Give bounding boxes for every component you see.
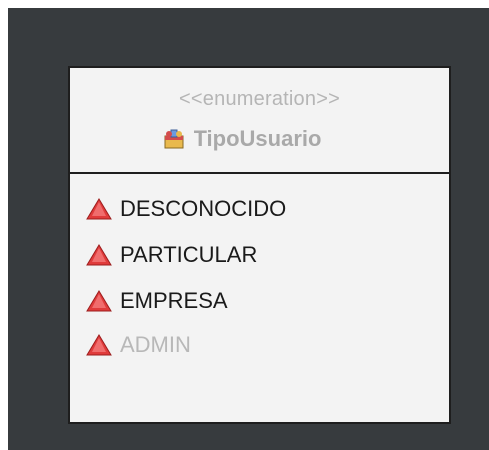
red-triangle-literal-icon (86, 334, 112, 356)
stereotype-label: <<enumeration>> (179, 88, 340, 110)
literal-label: EMPRESA (120, 288, 228, 313)
literal-label: DESCONOCIDO (120, 196, 287, 221)
enumeration-class-icon (164, 129, 184, 149)
red-triangle-literal-icon (86, 244, 112, 266)
red-triangle-literal-icon (86, 198, 112, 220)
literal-label: ADMIN (120, 332, 191, 357)
class-name: TipoUsuario (193, 126, 322, 151)
enumeration-class-box[interactable]: <<enumeration>> TipoUsuario DESCONOCIDO … (68, 66, 451, 424)
diagram-canvas: <<enumeration>> TipoUsuario DESCONOCIDO … (8, 8, 489, 450)
literal-item[interactable]: EMPRESA (86, 288, 228, 316)
literal-item[interactable]: DESCONOCIDO (86, 196, 286, 224)
literal-item[interactable]: ADMIN (86, 332, 191, 360)
class-title-row: TipoUsuario (70, 126, 449, 152)
literal-label: PARTICULAR (120, 242, 258, 267)
literal-item[interactable]: PARTICULAR (86, 242, 257, 270)
class-header: <<enumeration>> TipoUsuario (70, 68, 449, 174)
red-triangle-literal-icon (86, 290, 112, 312)
